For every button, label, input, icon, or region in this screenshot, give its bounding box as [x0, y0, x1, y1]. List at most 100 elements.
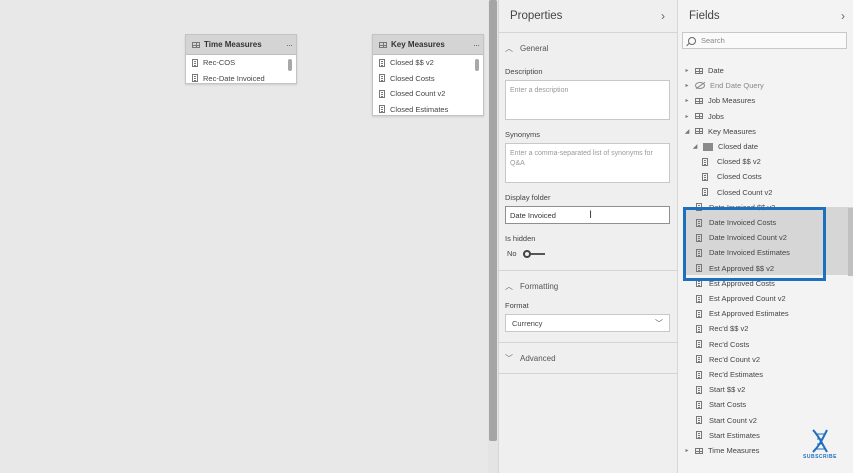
field-measure-item[interactable]: Rec'd Estimates — [696, 367, 763, 382]
display-folder-input[interactable]: Date Invoiced I — [505, 206, 670, 224]
field-label: Rec'd $$ v2 — [709, 324, 749, 334]
field-label: Rec'd Costs — [709, 339, 750, 349]
field-measure-item[interactable]: Start Count v2 — [696, 413, 757, 428]
table-card-header[interactable]: Key Measures ··· — [373, 35, 483, 55]
canvas-scrollbar-thumb[interactable] — [489, 0, 497, 441]
table-card-key-measures[interactable]: Key Measures ··· Closed $$ v2 Closed Cos… — [372, 34, 484, 116]
table-card-row[interactable]: Closed Count v2 — [373, 86, 483, 102]
field-measure-item[interactable]: Closed Count v2 — [702, 185, 772, 200]
field-measure-item[interactable]: Start Estimates — [696, 428, 760, 443]
field-measure-item[interactable]: Rec'd Count v2 — [696, 352, 760, 367]
collapse-pane-icon[interactable]: › — [661, 9, 665, 23]
canvas-scrollbar[interactable] — [488, 0, 498, 473]
measure-icon — [696, 385, 702, 394]
field-label: Time Measures — [708, 446, 760, 455]
format-label: Format — [505, 301, 529, 310]
field-label: Rec'd Count v2 — [709, 354, 761, 364]
description-field[interactable]: Enter a description — [505, 80, 670, 120]
measure-icon — [379, 58, 385, 67]
table-card-row[interactable]: Closed Costs — [373, 71, 483, 87]
field-table-item[interactable]: ▸ Date — [684, 63, 724, 78]
is-hidden-value: No — [507, 249, 517, 258]
model-canvas[interactable]: Time Measures ··· Rec-COS Rec-Date Invoi… — [0, 0, 488, 473]
table-card-row[interactable]: Closed $$ v2 — [373, 55, 483, 71]
table-card-row[interactable]: Rec-Date Invoiced — [186, 71, 296, 87]
highlight-annotation-box — [683, 207, 826, 281]
divider — [499, 373, 677, 374]
more-options-icon[interactable]: ··· — [286, 40, 293, 50]
field-measure-item[interactable]: Rec'd Costs — [696, 337, 749, 352]
card-scrollbar[interactable] — [475, 59, 479, 71]
collapse-arrow-icon[interactable]: ◢ — [684, 128, 690, 135]
collapse-pane-icon[interactable]: › — [841, 9, 845, 23]
table-card-title: Time Measures — [192, 40, 286, 49]
expand-arrow-icon[interactable]: ▸ — [684, 97, 690, 104]
section-advanced[interactable]: ﹀ Advanced — [499, 343, 677, 373]
field-measure-item[interactable]: Start Costs — [696, 397, 746, 412]
field-label: Est Approved Estimates — [709, 309, 789, 319]
measure-icon — [379, 105, 385, 114]
measure-icon — [702, 188, 708, 197]
field-table-item[interactable]: ◢ Key Measures — [684, 124, 756, 139]
search-icon — [688, 36, 696, 45]
field-measure-item[interactable]: Est Approved Estimates — [696, 306, 789, 321]
measure-icon — [696, 400, 702, 409]
table-icon — [695, 113, 703, 120]
fields-scrollbar[interactable] — [848, 208, 853, 276]
measure-icon — [702, 172, 708, 181]
table-card-row[interactable]: Closed Estimates — [373, 102, 483, 118]
field-table-item[interactable]: ▸ Jobs — [684, 109, 724, 124]
field-table-item[interactable]: ▸ End Date Query — [684, 78, 763, 93]
measure-icon — [696, 431, 702, 440]
field-measure-item[interactable]: Closed $$ v2 — [702, 154, 761, 169]
expand-arrow-icon[interactable]: ▸ — [684, 447, 690, 454]
properties-header: Properties › — [499, 0, 677, 32]
description-label: Description — [505, 67, 543, 76]
table-card-title: Key Measures — [379, 40, 473, 49]
format-dropdown[interactable]: Currency ﹀ — [505, 314, 670, 332]
expand-arrow-icon[interactable]: ▸ — [684, 67, 690, 74]
chevron-up-icon: ︿ — [505, 43, 513, 53]
field-label: Closed Costs — [717, 172, 762, 182]
measure-icon — [696, 370, 702, 379]
is-hidden-toggle[interactable] — [522, 249, 545, 258]
is-hidden-label: Is hidden — [505, 234, 536, 243]
measure-icon — [702, 157, 708, 166]
field-label: Key Measures — [708, 126, 756, 136]
synonyms-field[interactable]: Enter a comma-separated list of synonyms… — [505, 143, 670, 183]
field-measure-item[interactable]: Closed Costs — [702, 169, 762, 184]
collapse-arrow-icon[interactable]: ◢ — [692, 143, 698, 150]
field-measure-item[interactable]: Est Approved Count v2 — [696, 291, 786, 306]
fields-search-input[interactable]: Search — [682, 32, 847, 49]
display-folder-label: Display folder — [505, 193, 551, 202]
expand-arrow-icon[interactable]: ▸ — [684, 113, 690, 120]
measure-icon — [696, 355, 702, 364]
chevron-up-icon: ︿ — [505, 281, 513, 291]
expand-arrow-icon[interactable]: ▸ — [684, 82, 690, 89]
table-card-header[interactable]: Time Measures ··· — [186, 35, 296, 55]
field-folder-item[interactable]: ◢ Closed date — [692, 139, 758, 154]
field-table-item[interactable]: ▸ Job Measures — [684, 93, 755, 108]
table-icon — [695, 97, 703, 104]
field-measure-item[interactable]: Rec'd $$ v2 — [696, 321, 748, 336]
field-label: Jobs — [708, 111, 724, 121]
section-formatting[interactable]: ︿ Formatting — [499, 271, 677, 301]
properties-title: Properties — [510, 10, 563, 22]
field-label: Job Measures — [708, 96, 756, 106]
field-measure-item[interactable]: Start $$ v2 — [696, 382, 745, 397]
field-label: Est Approved Count v2 — [709, 294, 786, 303]
field-label: Closed $$ v2 — [717, 157, 761, 167]
measure-icon — [192, 74, 198, 83]
section-general[interactable]: ︿ General — [499, 33, 677, 63]
folder-icon — [703, 142, 713, 151]
table-card-time-measures[interactable]: Time Measures ··· Rec-COS Rec-Date Invoi… — [185, 34, 297, 84]
hidden-eye-icon — [695, 82, 705, 90]
is-hidden-toggle-row: No — [499, 249, 677, 258]
subscribe-logo: SUBSCRIBE — [801, 428, 839, 462]
table-card-row[interactable]: Rec-COS — [186, 55, 296, 71]
measure-icon — [696, 309, 702, 318]
card-scrollbar[interactable] — [288, 59, 292, 71]
more-options-icon[interactable]: ··· — [473, 40, 480, 50]
field-label: Date — [708, 66, 724, 75]
field-table-item[interactable]: ▸ Time Measures — [684, 443, 759, 458]
